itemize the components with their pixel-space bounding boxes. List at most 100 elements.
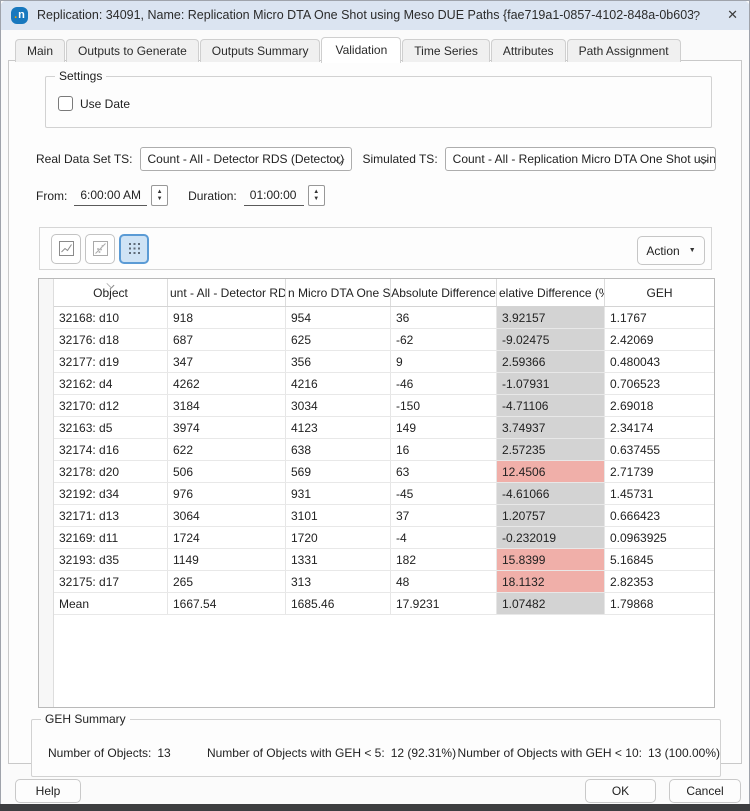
- table-cell-object[interactable]: 32192: d34: [54, 483, 168, 504]
- table-row[interactable]: 32178: d205065696312.45062.71739: [54, 461, 714, 483]
- table-cell-geh[interactable]: 0.0963925: [605, 527, 714, 548]
- table-cell-abs[interactable]: 149: [391, 417, 497, 438]
- tab-outputs-to-generate[interactable]: Outputs to Generate: [66, 39, 199, 62]
- column-header[interactable]: n Micro DTA One Shot: [286, 279, 391, 306]
- table-row[interactable]: 32171: d1330643101371.207570.666423: [54, 505, 714, 527]
- validation-table[interactable]: Objectunt - All - Detector RDn Micro DTA…: [38, 278, 715, 708]
- table-cell-object[interactable]: 32169: d11: [54, 527, 168, 548]
- table-cell-rel[interactable]: 1.07482: [497, 593, 605, 614]
- table-row[interactable]: 32163: d5397441231493.749372.34174: [54, 417, 714, 439]
- table-cell-sim[interactable]: 356: [286, 351, 391, 372]
- table-cell-abs[interactable]: -150: [391, 395, 497, 416]
- table-cell-abs[interactable]: 36: [391, 307, 497, 328]
- duration-value[interactable]: 01:00:00: [244, 185, 304, 206]
- table-cell-geh[interactable]: 2.71739: [605, 461, 714, 482]
- table-cell-object[interactable]: 32174: d16: [54, 439, 168, 460]
- ok-button[interactable]: OK: [585, 779, 656, 803]
- column-header[interactable]: elative Difference (%: [497, 279, 605, 306]
- tab-time-series[interactable]: Time Series: [402, 39, 490, 62]
- table-cell-rel[interactable]: -0.232019: [497, 527, 605, 548]
- table-cell-abs[interactable]: 63: [391, 461, 497, 482]
- table-cell-rel[interactable]: 15.8399: [497, 549, 605, 570]
- table-row[interactable]: 32176: d18687625-62-9.024752.42069: [54, 329, 714, 351]
- table-row[interactable]: 32162: d442624216-46-1.079310.706523: [54, 373, 714, 395]
- table-cell-geh[interactable]: 0.637455: [605, 439, 714, 460]
- table-cell-geh[interactable]: 1.45731: [605, 483, 714, 504]
- table-cell-rel[interactable]: 12.4506: [497, 461, 605, 482]
- table-cell-object[interactable]: 32176: d18: [54, 329, 168, 350]
- cancel-button[interactable]: Cancel: [669, 779, 741, 803]
- table-cell-sim[interactable]: 4216: [286, 373, 391, 394]
- time-series-plot-button[interactable]: [51, 234, 81, 264]
- help-button[interactable]: Help: [15, 779, 81, 803]
- table-cell-real[interactable]: 918: [168, 307, 286, 328]
- table-row[interactable]: 32192: d34976931-45-4.610661.45731: [54, 483, 714, 505]
- table-cell-sim[interactable]: 931: [286, 483, 391, 504]
- column-header[interactable]: GEH: [605, 279, 714, 306]
- table-cell-rel[interactable]: -1.07931: [497, 373, 605, 394]
- table-cell-sim[interactable]: 954: [286, 307, 391, 328]
- table-cell-geh[interactable]: 2.69018: [605, 395, 714, 416]
- table-cell-geh[interactable]: 2.34174: [605, 417, 714, 438]
- table-row[interactable]: 32169: d1117241720-4-0.2320190.0963925: [54, 527, 714, 549]
- tab-path-assignment[interactable]: Path Assignment: [567, 39, 681, 62]
- table-cell-rel[interactable]: 3.74937: [497, 417, 605, 438]
- tab-main[interactable]: Main: [15, 39, 65, 62]
- table-cell-rel[interactable]: -4.71106: [497, 395, 605, 416]
- table-cell-object[interactable]: 32178: d20: [54, 461, 168, 482]
- table-cell-abs[interactable]: -45: [391, 483, 497, 504]
- table-row[interactable]: 32177: d1934735692.593660.480043: [54, 351, 714, 373]
- table-cell-rel[interactable]: 1.20757: [497, 505, 605, 526]
- tab-validation[interactable]: Validation: [321, 37, 401, 63]
- tab-outputs-summary[interactable]: Outputs Summary: [200, 39, 321, 62]
- table-cell-sim[interactable]: 1720: [286, 527, 391, 548]
- table-cell-sim[interactable]: 1685.46: [286, 593, 391, 614]
- spinner-arrows-icon[interactable]: ▲▼: [308, 185, 325, 206]
- title-bar[interactable]: .n Replication: 34091, Name: Replication…: [0, 0, 750, 30]
- table-cell-object[interactable]: 32175: d17: [54, 571, 168, 592]
- duration-spinner[interactable]: 01:00:00 ▲▼: [244, 185, 325, 206]
- spinner-arrows-icon[interactable]: ▲▼: [151, 185, 168, 206]
- table-cell-abs[interactable]: 16: [391, 439, 497, 460]
- table-cell-sim[interactable]: 569: [286, 461, 391, 482]
- table-cell-abs[interactable]: 48: [391, 571, 497, 592]
- table-cell-geh[interactable]: 0.666423: [605, 505, 714, 526]
- table-cell-object[interactable]: 32177: d19: [54, 351, 168, 372]
- table-cell-real[interactable]: 3184: [168, 395, 286, 416]
- table-cell-real[interactable]: 506: [168, 461, 286, 482]
- table-cell-abs[interactable]: 182: [391, 549, 497, 570]
- real-data-set-ts-select[interactable]: Count - All - Detector RDS (Detector): [140, 147, 352, 171]
- table-cell-sim[interactable]: 3101: [286, 505, 391, 526]
- table-cell-real[interactable]: 622: [168, 439, 286, 460]
- table-view-button[interactable]: [119, 234, 149, 264]
- table-cell-real[interactable]: 347: [168, 351, 286, 372]
- column-header[interactable]: unt - All - Detector RD: [168, 279, 286, 306]
- table-cell-geh[interactable]: 1.79868: [605, 593, 714, 614]
- table-cell-geh[interactable]: 0.480043: [605, 351, 714, 372]
- table-cell-rel[interactable]: 2.59366: [497, 351, 605, 372]
- column-header[interactable]: Object: [54, 279, 168, 306]
- table-row[interactable]: 32193: d351149133118215.83995.16845: [54, 549, 714, 571]
- table-cell-real[interactable]: 1724: [168, 527, 286, 548]
- table-cell-real[interactable]: 265: [168, 571, 286, 592]
- scatter-plot-button[interactable]: [85, 234, 115, 264]
- table-cell-sim[interactable]: 638: [286, 439, 391, 460]
- table-row[interactable]: 32175: d172653134818.11322.82353: [54, 571, 714, 593]
- help-icon[interactable]: ?: [693, 8, 700, 23]
- table-cell-rel[interactable]: -9.02475: [497, 329, 605, 350]
- simulated-ts-select[interactable]: Count - All - Replication Micro DTA One …: [445, 147, 716, 171]
- table-cell-abs[interactable]: -46: [391, 373, 497, 394]
- table-row[interactable]: 32174: d16622638162.572350.637455: [54, 439, 714, 461]
- column-header[interactable]: Absolute Difference: [391, 279, 497, 306]
- action-button[interactable]: Action ▼: [637, 236, 705, 265]
- table-row[interactable]: 32170: d1231843034-150-4.711062.69018: [54, 395, 714, 417]
- table-cell-real[interactable]: 3064: [168, 505, 286, 526]
- table-cell-geh[interactable]: 2.82353: [605, 571, 714, 592]
- table-cell-real[interactable]: 1667.54: [168, 593, 286, 614]
- table-cell-real[interactable]: 4262: [168, 373, 286, 394]
- table-cell-rel[interactable]: -4.61066: [497, 483, 605, 504]
- table-cell-rel[interactable]: 3.92157: [497, 307, 605, 328]
- table-cell-abs[interactable]: 17.9231: [391, 593, 497, 614]
- table-cell-abs[interactable]: -62: [391, 329, 497, 350]
- table-cell-object[interactable]: 32171: d13: [54, 505, 168, 526]
